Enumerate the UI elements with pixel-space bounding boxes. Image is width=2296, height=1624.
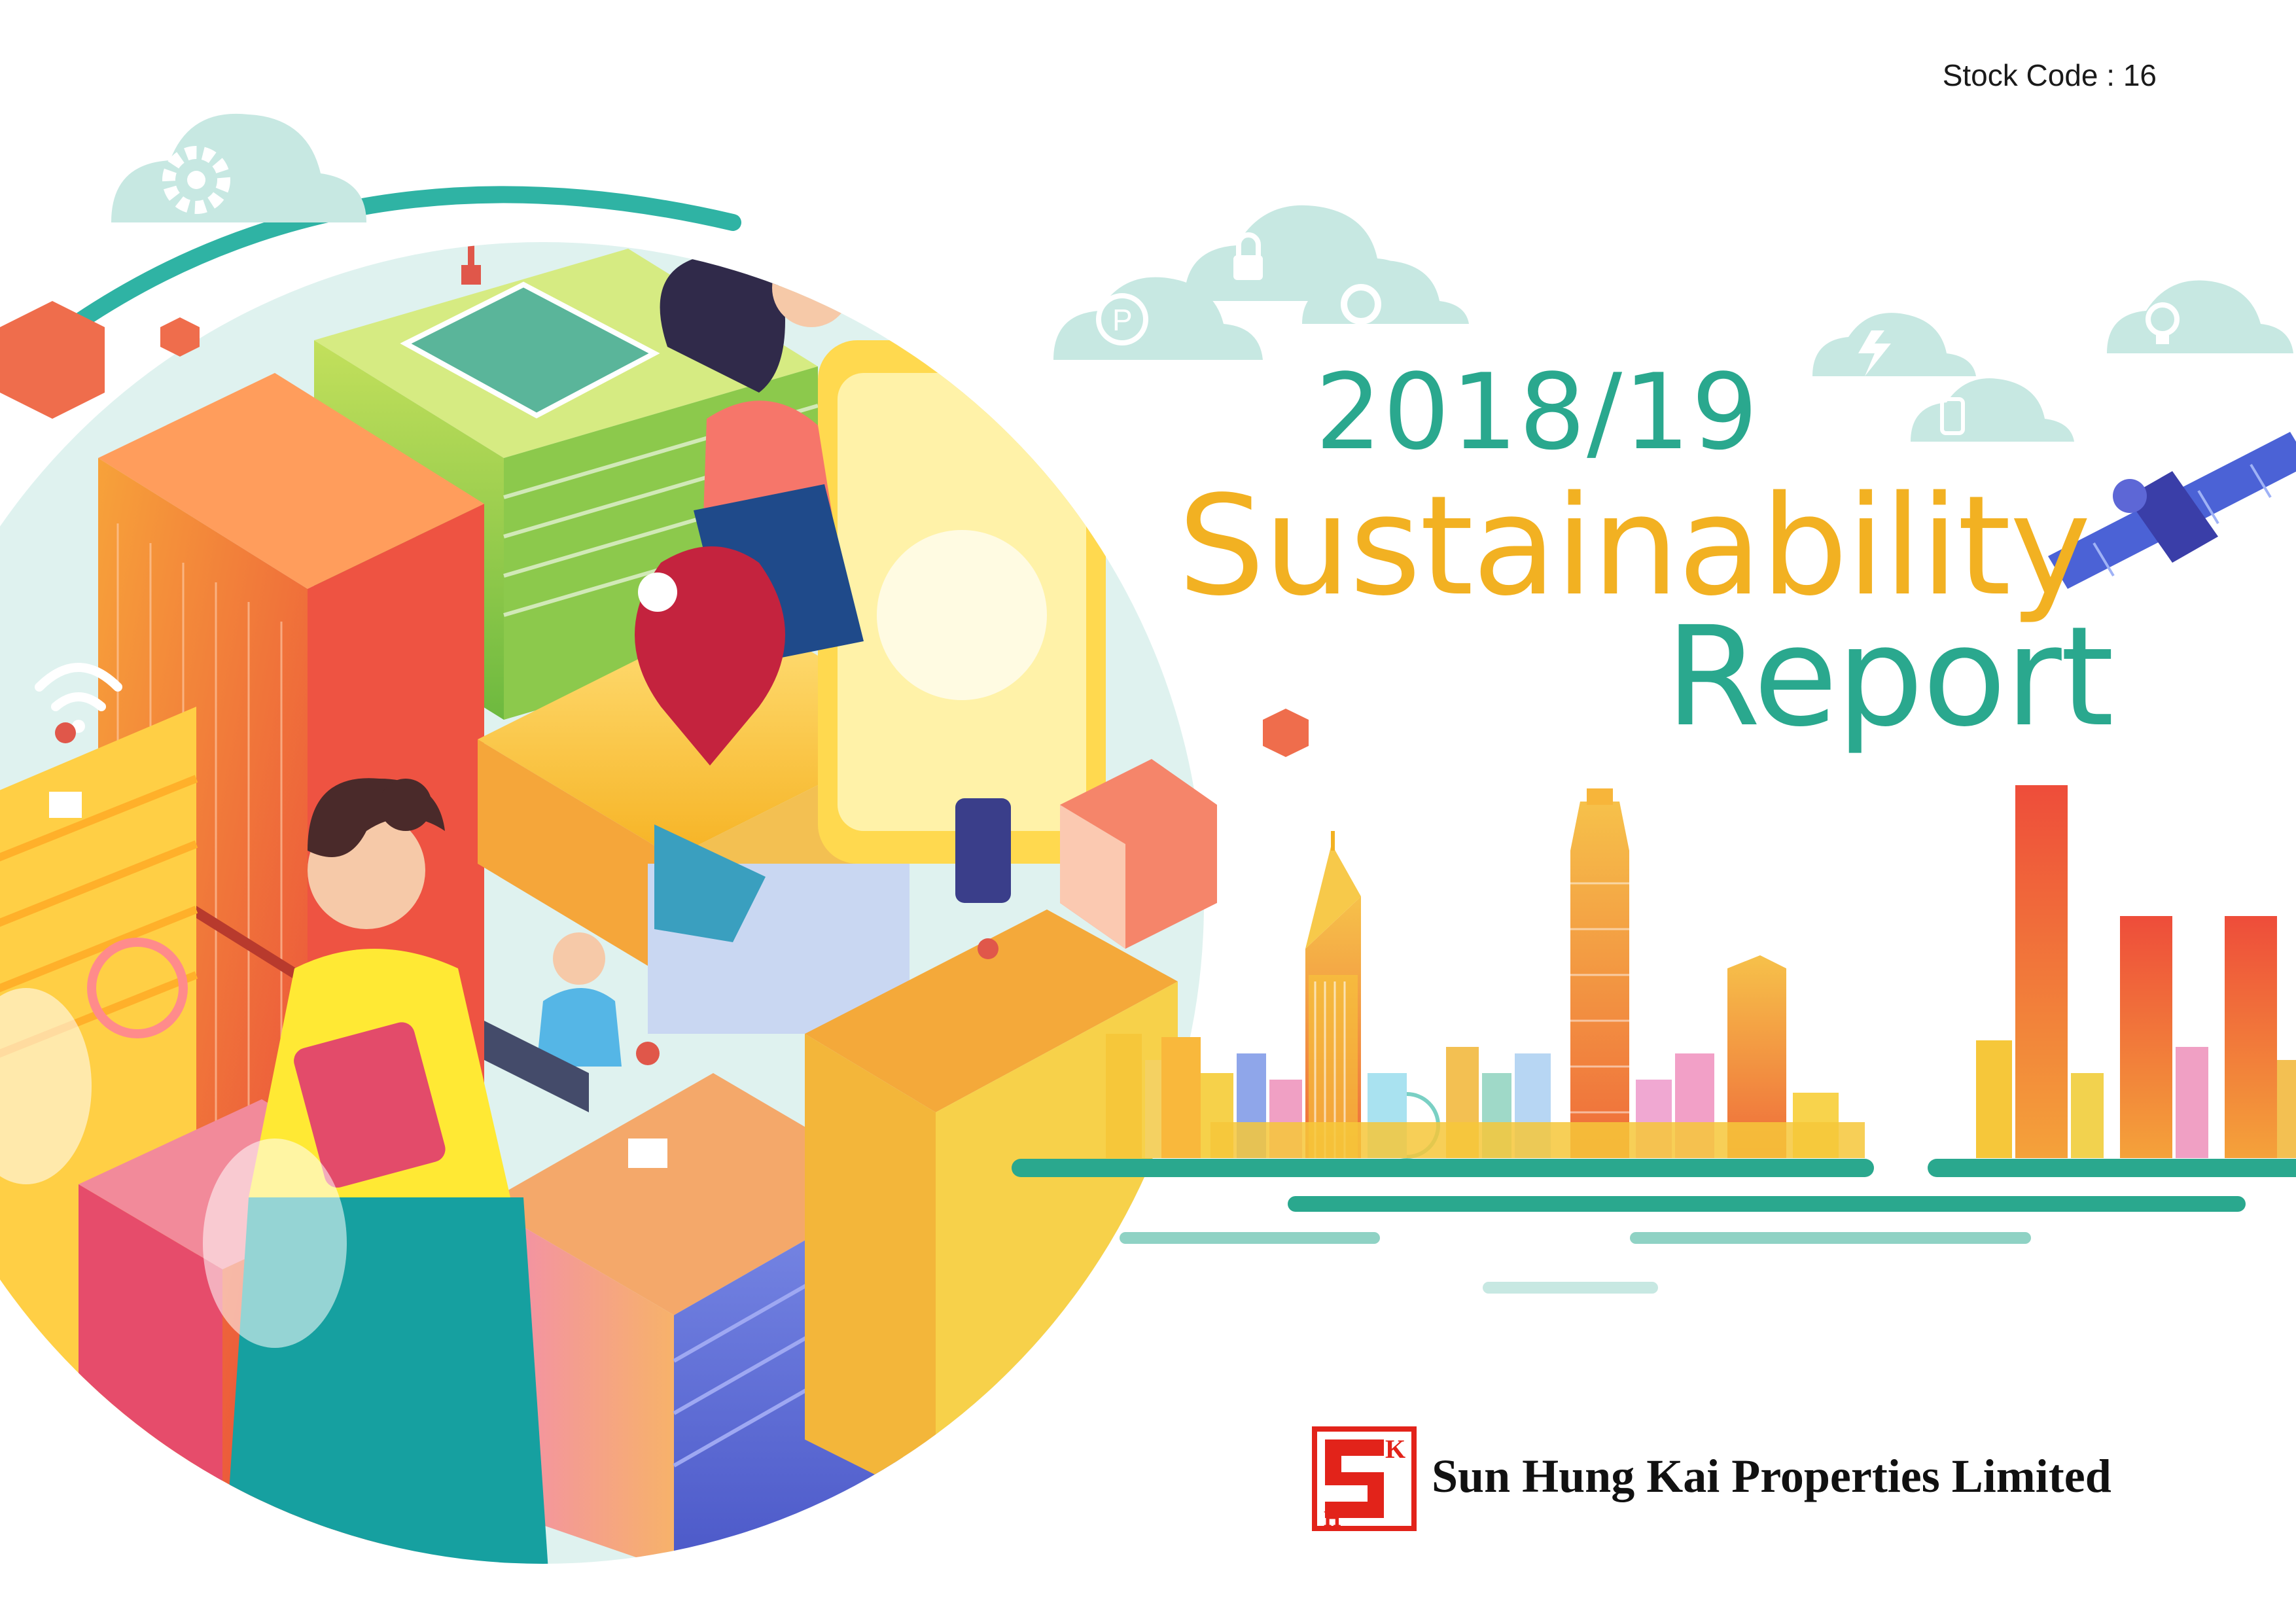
svg-text:P: P: [1112, 303, 1133, 337]
phone-cloud-icon: [1911, 378, 2074, 442]
lightning-cloud-icon: [1812, 313, 1976, 376]
svg-text:K: K: [1385, 1434, 1405, 1464]
shkp-logo: K H: [1312, 1426, 1417, 1531]
gear-cloud-icon: [111, 113, 366, 222]
svg-text:H: H: [1324, 1507, 1341, 1531]
skyline: [1106, 785, 2296, 1159]
lightbulb-cloud-icon: [2107, 280, 2293, 353]
stock-code: Stock Code : 16: [1942, 58, 2157, 92]
company-name: Sun Hung Kai Properties Limited: [1432, 1450, 2111, 1502]
report-title-line2: Report: [1665, 597, 2114, 757]
report-title-line1: Sustainability: [1178, 466, 2091, 626]
report-year: 2018/19: [1315, 351, 1759, 473]
cover-illustration: P: [0, 113, 2296, 1564]
